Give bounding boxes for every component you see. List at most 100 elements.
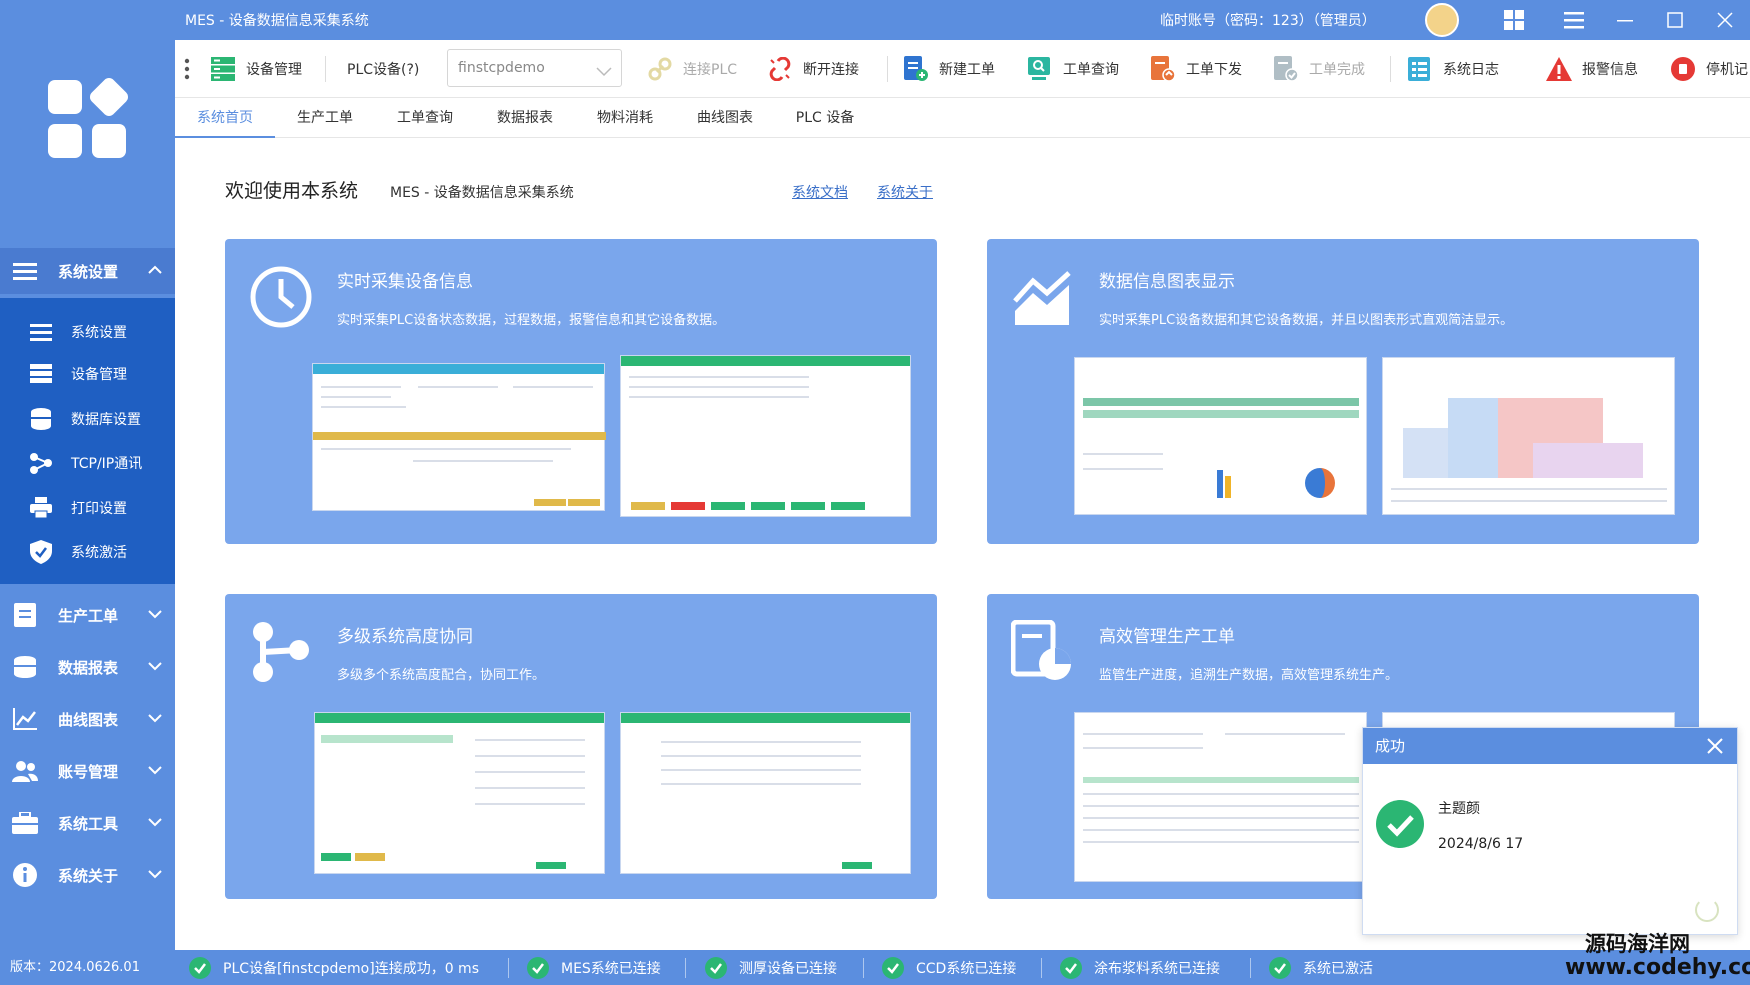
status-text: 涂布浆料系统已连接 xyxy=(1094,961,1220,977)
status-text: MES系统已连接 xyxy=(561,961,661,977)
share-icon xyxy=(249,620,313,684)
chevron-down-icon xyxy=(147,606,163,626)
sidebar-group-data-reports[interactable]: 数据报表 xyxy=(0,644,175,690)
tab-home[interactable]: 系统首页 xyxy=(175,98,275,138)
success-toast: 成功 主题颜 2024/8/6 17 xyxy=(1362,727,1738,935)
sidebar-group-label: 数据报表 xyxy=(58,658,119,677)
order-query-button[interactable]: 工单查询 xyxy=(1027,54,1119,84)
server-icon xyxy=(28,363,54,385)
maximize-icon[interactable] xyxy=(1663,8,1687,32)
list-icon xyxy=(28,321,54,343)
menu-icon xyxy=(12,260,38,282)
stop-record-button[interactable]: 停机记 xyxy=(1670,54,1748,84)
status-item-thickness: 测厚设备已连接 xyxy=(705,957,837,979)
tab-order-query[interactable]: 工单查询 xyxy=(375,98,475,138)
sidebar: 系统设置 系统设置 设备管理 数据库设置 TCP/IP通讯 打印设置 系统激活 xyxy=(0,0,175,985)
connect-plc-button[interactable]: 连接PLC xyxy=(647,54,737,84)
preview-screenshot xyxy=(620,355,911,517)
tab-curve-charts[interactable]: 曲线图表 xyxy=(675,98,775,138)
check-circle-icon xyxy=(189,957,211,979)
document-chart-icon xyxy=(1010,619,1075,684)
sidebar-group-label: 曲线图表 xyxy=(58,710,119,729)
close-icon[interactable] xyxy=(1713,8,1737,32)
sidebar-item-device-mgmt[interactable]: 设备管理 xyxy=(0,354,175,394)
sidebar-item-database[interactable]: 数据库设置 xyxy=(0,399,175,439)
sidebar-submenu: 系统设置 设备管理 数据库设置 TCP/IP通讯 打印设置 系统激活 xyxy=(0,298,175,584)
tab-data-reports[interactable]: 数据报表 xyxy=(475,98,575,138)
sidebar-group-label: 生产工单 xyxy=(58,606,119,625)
status-text: 测厚设备已连接 xyxy=(739,961,837,977)
welcome-subtitle: MES - 设备数据信息采集系统 xyxy=(390,185,574,201)
windows-icon[interactable] xyxy=(1502,8,1526,32)
alarm-info-button[interactable]: 报警信息 xyxy=(1546,54,1638,84)
sidebar-item-system-settings[interactable]: 系统设置 xyxy=(0,312,175,352)
printer-icon xyxy=(28,497,54,519)
about-link[interactable]: 系统关于 xyxy=(877,182,933,202)
sidebar-item-label: 打印设置 xyxy=(71,501,127,517)
chevron-down-icon xyxy=(147,814,163,834)
sidebar-group-label: 系统工具 xyxy=(58,814,119,833)
sidebar-item-tcpip[interactable]: TCP/IP通讯 xyxy=(0,443,175,483)
status-text: CCD系统已连接 xyxy=(916,961,1017,977)
sidebar-item-activation[interactable]: 系统激活 xyxy=(0,532,175,572)
disconnect-label: 断开连接 xyxy=(803,62,859,78)
toast-message: 主题颜 xyxy=(1438,801,1480,817)
docs-link[interactable]: 系统文档 xyxy=(792,182,848,202)
sidebar-group-accounts[interactable]: 账号管理 xyxy=(0,748,175,794)
drag-handle-icon[interactable] xyxy=(184,58,190,84)
warning-icon xyxy=(1546,56,1572,82)
card-description: 实时采集PLC设备状态数据，过程数据，报警信息和其它设备数据。 xyxy=(337,313,726,328)
avatar[interactable] xyxy=(1425,3,1459,37)
info-icon xyxy=(12,863,38,887)
status-item-mes: MES系统已连接 xyxy=(527,957,661,979)
log-icon xyxy=(1407,56,1433,82)
sidebar-group-production-orders[interactable]: 生产工单 xyxy=(0,592,175,638)
unlink-icon xyxy=(767,56,793,82)
new-order-button[interactable]: 新建工单 xyxy=(903,54,995,84)
check-circle-icon xyxy=(882,957,904,979)
welcome-title: 欢迎使用本系统 xyxy=(225,180,359,202)
sidebar-item-print[interactable]: 打印设置 xyxy=(0,488,175,528)
check-circle-icon xyxy=(1269,957,1291,979)
tab-production-orders[interactable]: 生产工单 xyxy=(275,98,375,138)
sidebar-group-system-settings[interactable]: 系统设置 xyxy=(0,248,175,294)
chevron-down-icon xyxy=(595,58,613,94)
menu-icon[interactable] xyxy=(1562,8,1586,32)
toast-time: 2024/8/6 17 xyxy=(1438,836,1524,852)
sidebar-group-about[interactable]: 系统关于 xyxy=(0,852,175,898)
preview-screenshot xyxy=(1382,357,1675,515)
server-icon xyxy=(210,56,236,82)
plc-device-select[interactable]: finstcpdemo xyxy=(447,49,622,87)
preview-screenshot xyxy=(1074,357,1367,515)
device-mgmt-button[interactable]: 设备管理 xyxy=(210,54,302,84)
minimize-icon[interactable] xyxy=(1613,8,1637,32)
system-log-button[interactable]: 系统日志 xyxy=(1407,54,1499,84)
briefcase-icon xyxy=(12,812,38,834)
preview-screenshot xyxy=(620,712,911,874)
plc-device-text: PLC设备(?) xyxy=(347,62,420,78)
tab-material-consumption[interactable]: 物料消耗 xyxy=(575,98,675,138)
status-text: PLC设备[finstcpdemo]连接成功，0 ms xyxy=(223,961,479,977)
chevron-down-icon xyxy=(147,658,163,678)
shield-check-icon xyxy=(28,540,54,564)
clock-icon xyxy=(249,265,313,329)
disconnect-button[interactable]: 断开连接 xyxy=(767,54,859,84)
sidebar-group-curve-charts[interactable]: 曲线图表 xyxy=(0,696,175,742)
order-complete-button[interactable]: 工单完成 xyxy=(1273,54,1365,84)
database-icon xyxy=(12,656,38,678)
spinner-icon xyxy=(1695,898,1719,922)
sidebar-group-tools[interactable]: 系统工具 xyxy=(0,800,175,846)
close-icon[interactable] xyxy=(1703,734,1727,758)
toast-title: 成功 xyxy=(1363,728,1737,764)
sidebar-group-label: 系统设置 xyxy=(58,262,119,281)
status-item-activated: 系统已激活 xyxy=(1269,957,1373,979)
check-circle-icon xyxy=(1060,957,1082,979)
check-circle-icon xyxy=(527,957,549,979)
tab-plc-device[interactable]: PLC 设备 xyxy=(775,98,875,138)
chevron-down-icon xyxy=(147,710,163,730)
order-issue-button[interactable]: 工单下发 xyxy=(1150,54,1242,84)
monitor-search-icon xyxy=(1027,56,1053,82)
sidebar-item-label: TCP/IP通讯 xyxy=(71,456,143,472)
card-title: 数据信息图表显示 xyxy=(1099,272,1235,292)
feature-card-realtime: 实时采集设备信息 实时采集PLC设备状态数据，过程数据，报警信息和其它设备数据。 xyxy=(225,239,937,544)
